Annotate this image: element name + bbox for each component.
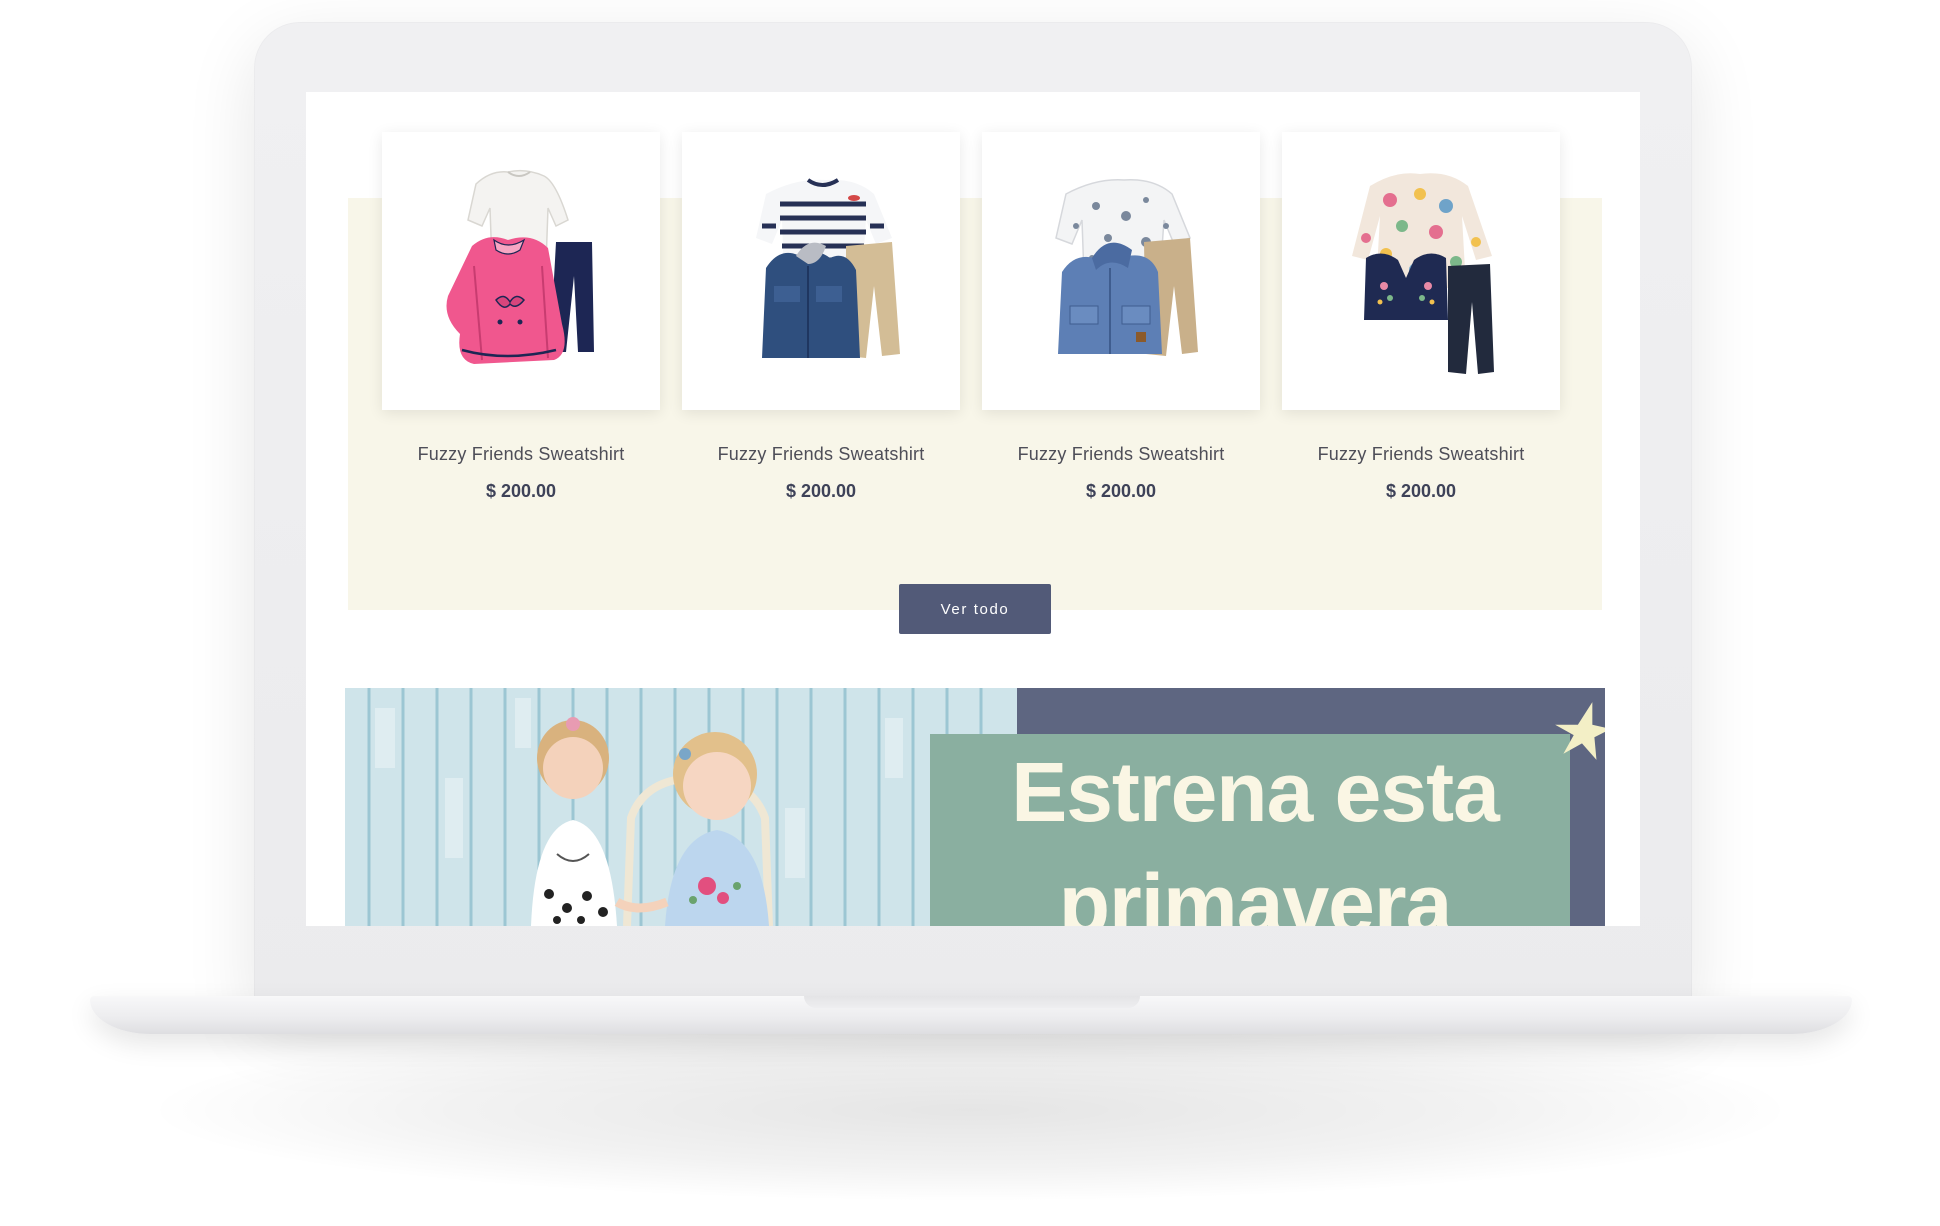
product-price: $ 200.00 bbox=[785, 481, 857, 501]
product-image[interactable] bbox=[682, 132, 960, 410]
laptop-screen: Fuzzy Friends Sweatshirt $ 200.00 Fuzzy … bbox=[306, 92, 1640, 926]
product-image[interactable] bbox=[1282, 132, 1560, 410]
product-price: $ 200.00 bbox=[1085, 481, 1157, 501]
product-card[interactable]: Fuzzy Friends Sweatshirt $ 200.00 bbox=[682, 132, 960, 502]
product-image[interactable] bbox=[382, 132, 660, 410]
banner-photo bbox=[345, 688, 1017, 926]
view-all-button[interactable]: Ver todo bbox=[899, 584, 1051, 634]
banner-headline-line2: primavera bbox=[1058, 857, 1453, 926]
product-image[interactable] bbox=[982, 132, 1260, 410]
product-name[interactable]: Fuzzy Friends Sweatshirt bbox=[682, 444, 960, 465]
product-price: $ 200.00 bbox=[485, 481, 557, 501]
product-name[interactable]: Fuzzy Friends Sweatshirt bbox=[1282, 444, 1560, 465]
product-card[interactable]: Fuzzy Friends Sweatshirt $ 200.00 bbox=[382, 132, 660, 502]
product-name[interactable]: Fuzzy Friends Sweatshirt bbox=[382, 444, 660, 465]
product-card[interactable]: Fuzzy Friends Sweatshirt $ 200.00 bbox=[982, 132, 1260, 502]
product-name[interactable]: Fuzzy Friends Sweatshirt bbox=[982, 444, 1260, 465]
product-card[interactable]: Fuzzy Friends Sweatshirt $ 200.00 bbox=[1282, 132, 1560, 502]
laptop-shadow bbox=[160, 1020, 1780, 1200]
banner-headline: Estrena esta primavera bbox=[945, 736, 1565, 926]
laptop-base-notch bbox=[804, 996, 1140, 1008]
star-icon bbox=[1555, 702, 1605, 760]
product-price: $ 200.00 bbox=[1385, 481, 1457, 501]
promo-banner[interactable]: Estrena esta primavera bbox=[345, 688, 1605, 926]
banner-headline-line1: Estrena esta bbox=[1011, 745, 1500, 839]
